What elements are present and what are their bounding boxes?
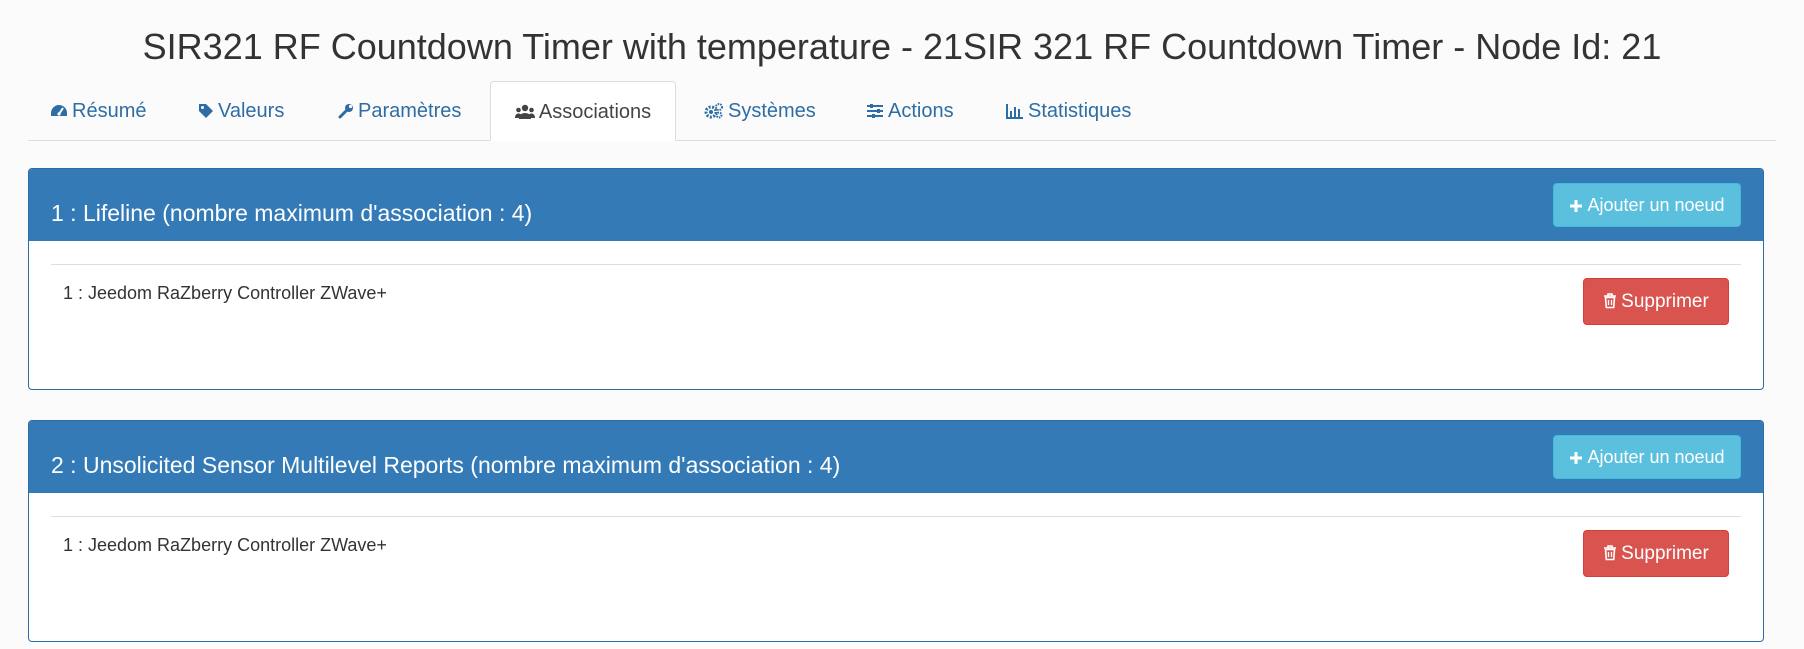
users-icon — [514, 104, 535, 119]
add-node-button[interactable]: Ajouter un noeud — [1553, 183, 1741, 227]
tab-label: Actions — [888, 100, 954, 122]
add-node-label: Ajouter un noeud — [1587, 195, 1725, 215]
delete-button[interactable]: Supprimer — [1583, 278, 1729, 325]
association-group-panel: 2 : Unsolicited Sensor Multilevel Report… — [28, 420, 1764, 642]
group-title: 1 : Lifeline (nombre maximum d'associati… — [51, 200, 533, 226]
tag-icon — [199, 104, 213, 118]
add-node-label: Ajouter un noeud — [1587, 447, 1725, 467]
tab-parametres[interactable]: Paramètres — [338, 81, 461, 140]
panel-heading: 2 : Unsolicited Sensor Multilevel Report… — [29, 421, 1763, 493]
association-node: 1 : Jeedom RaZberry Controller ZWave+ — [63, 535, 387, 555]
tab-label: Systèmes — [728, 100, 816, 122]
tab-statistiques[interactable]: Statistiques — [1006, 81, 1131, 140]
divider — [51, 264, 1741, 265]
cogs-icon — [704, 103, 723, 119]
tab-bar: Résumé Valeurs Paramètres Associations S… — [28, 81, 1776, 141]
delete-button[interactable]: Supprimer — [1583, 530, 1729, 577]
association-node: 1 : Jeedom RaZberry Controller ZWave+ — [63, 283, 387, 303]
tab-label: Statistiques — [1028, 100, 1132, 122]
plus-icon — [1570, 200, 1583, 212]
divider — [51, 516, 1741, 517]
page-title: SIR321 RF Countdown Timer with temperatu… — [142, 26, 1662, 67]
sliders-icon — [867, 104, 883, 118]
tab-label: Valeurs — [218, 100, 285, 122]
bar-chart-icon — [1006, 104, 1023, 119]
tab-actions[interactable]: Actions — [866, 81, 954, 140]
tab-systemes[interactable]: Systèmes — [704, 81, 816, 140]
tab-label: Paramètres — [358, 100, 462, 122]
delete-label: Supprimer — [1621, 543, 1709, 564]
panel-heading: 1 : Lifeline (nombre maximum d'associati… — [29, 169, 1763, 241]
association-group-panel: 1 : Lifeline (nombre maximum d'associati… — [28, 168, 1764, 390]
delete-label: Supprimer — [1621, 291, 1709, 312]
dashboard-icon — [51, 105, 67, 116]
trash-icon — [1604, 293, 1617, 309]
group-title: 2 : Unsolicited Sensor Multilevel Report… — [51, 452, 841, 478]
wrench-icon — [338, 104, 353, 119]
tab-label: Résumé — [72, 100, 147, 122]
trash-icon — [1604, 545, 1617, 561]
add-node-button[interactable]: Ajouter un noeud — [1553, 435, 1741, 479]
tab-resume[interactable]: Résumé — [50, 81, 146, 140]
plus-icon — [1570, 452, 1583, 464]
tab-label: Associations — [538, 101, 652, 123]
tab-valeurs[interactable]: Valeurs — [198, 81, 284, 140]
tab-associations[interactable]: Associations — [490, 81, 676, 141]
